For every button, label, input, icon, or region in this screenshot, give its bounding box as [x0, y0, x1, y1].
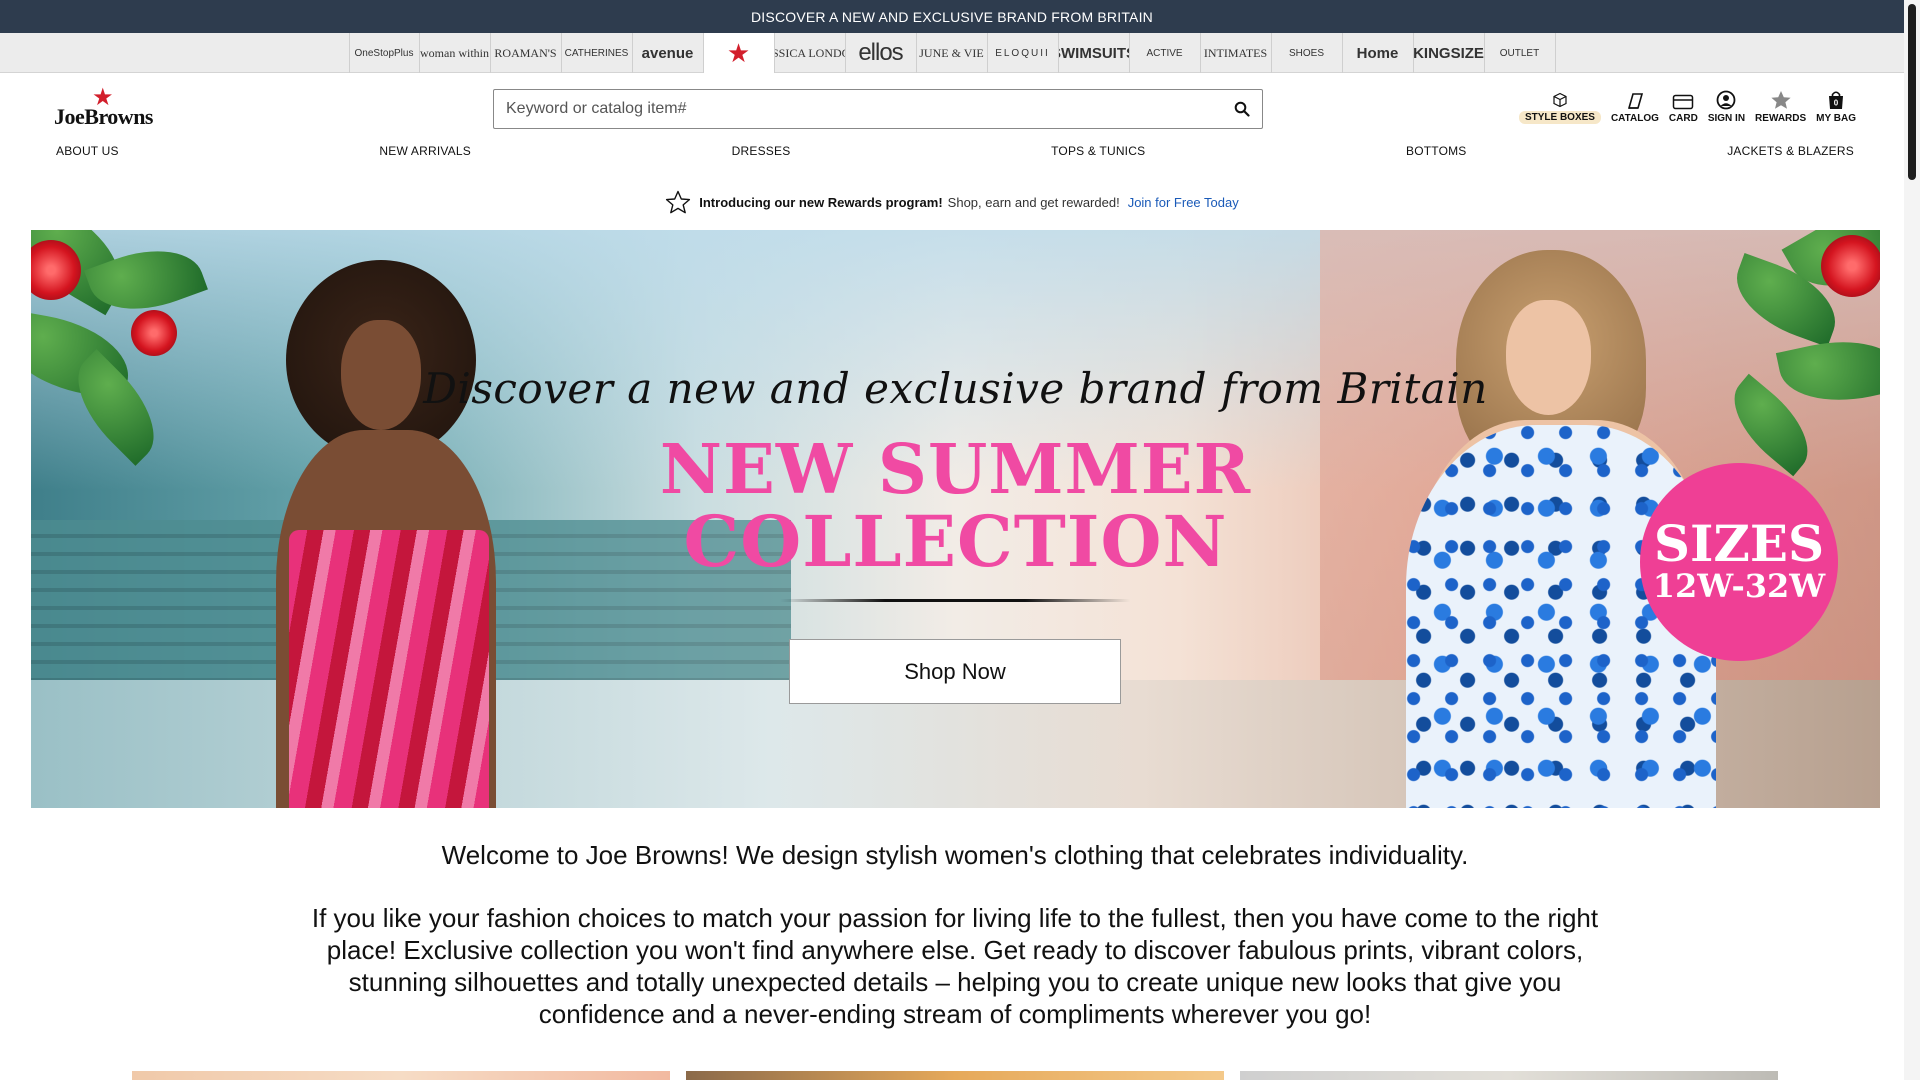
nav-item-jackets-blazers[interactable]: JACKETS & BLAZERS — [1727, 144, 1854, 160]
search-icon — [1234, 101, 1250, 117]
search-bar — [493, 89, 1263, 129]
brand-label: ACTIVE — [1146, 47, 1183, 59]
card-button[interactable]: CARD — [1669, 88, 1698, 124]
brand-link[interactable]: JESSICA LONDON — [775, 33, 846, 73]
hero-script-text: Discover a new and exclusive brand from … — [423, 364, 1488, 413]
sign-in-label: SIGN IN — [1707, 113, 1746, 124]
brand-label: ROAMAN'S — [494, 45, 557, 60]
sizes-badge-range: 12W-32W — [1652, 567, 1826, 606]
promo-bar[interactable]: DISCOVER A NEW AND EXCLUSIVE BRAND FROM … — [0, 0, 1904, 33]
card-label: CARD — [1668, 113, 1698, 124]
brand-label: woman within — [420, 45, 489, 60]
search-input[interactable] — [494, 90, 1222, 128]
logo-text: JoeBrowns — [54, 104, 154, 129]
nav-item-new-arrivals[interactable]: NEW ARRIVALS — [379, 144, 471, 160]
style-boxes-button[interactable]: STYLE BOXES — [1518, 88, 1601, 124]
brand-label: OneStopPlus — [354, 47, 414, 59]
svg-text:0: 0 — [1834, 99, 1839, 108]
brand-label: avenue — [641, 44, 694, 62]
brand-link[interactable]: KINGSIZE — [1414, 33, 1485, 73]
bag-icon: 0 — [1829, 91, 1844, 109]
brand-link[interactable]: JUNE & VIE — [917, 33, 988, 73]
scrollbar-thumb[interactable] — [1908, 4, 1916, 180]
brand-link[interactable]: OUTLET — [1485, 33, 1556, 73]
star-icon — [1771, 91, 1791, 109]
rewards-banner-text: Shop, earn and get rewarded! — [947, 194, 1120, 210]
brand-label: OUTLET — [1499, 47, 1540, 59]
brand-link[interactable]: SHOES — [1272, 33, 1343, 73]
shop-now-button[interactable]: Shop Now — [789, 639, 1121, 704]
brand-link[interactable]: CATHERINES — [562, 33, 633, 73]
star-outline-icon — [666, 190, 691, 214]
hero-title-line1: NEW SUMMER — [659, 430, 1252, 510]
my-bag-label: MY BAG — [1816, 113, 1856, 124]
hibiscus-decoration — [1821, 235, 1880, 297]
sign-in-button[interactable]: SIGN IN — [1708, 88, 1745, 124]
brand-label: SHOES — [1288, 47, 1324, 59]
brand-link[interactable]: SWIMSUITS — [1059, 33, 1130, 73]
brand-link[interactable]: OneStopPlus — [348, 33, 420, 73]
promo-text[interactable]: DISCOVER A NEW AND EXCLUSIVE BRAND FROM … — [751, 9, 1153, 25]
brand-label: JUNE & VIE — [919, 45, 984, 60]
brand-link[interactable]: Home — [1343, 33, 1414, 73]
welcome-text: Welcome to Joe Browns! We design stylish… — [441, 840, 1469, 870]
catalog-button[interactable]: CATALOG — [1611, 88, 1659, 124]
brand-link[interactable]: ellos — [846, 33, 917, 73]
nav-item-about-us[interactable]: ABOUT US — [56, 144, 119, 160]
brand-link[interactable]: ELOQUII — [988, 33, 1059, 73]
join-rewards-link[interactable]: Join for Free Today — [1128, 195, 1239, 210]
hero-banner[interactable]: Discover a new and exclusive brand from … — [31, 230, 1880, 808]
rewards-banner-headline: Introducing our new Rewards program! — [699, 194, 943, 210]
rewards-label: REWARDS — [1755, 113, 1807, 124]
brand-link[interactable]: ★ — [703, 33, 775, 73]
box-icon — [1553, 92, 1567, 108]
brand-star-icon: ★ — [726, 38, 751, 68]
card-icon — [1673, 94, 1694, 110]
brand-label: KINGSIZE — [1413, 44, 1484, 62]
brand-label: INTIMATES — [1203, 45, 1268, 60]
rewards-banner: Introducing our new Rewards program! Sho… — [0, 190, 1904, 214]
nav-item-bottoms[interactable]: BOTTOMS — [1406, 144, 1467, 160]
search-button[interactable] — [1222, 90, 1262, 128]
sizes-badge: SIZES 12W-32W — [1640, 463, 1838, 661]
brand-label: Home — [1356, 44, 1399, 62]
brand-label: CATHERINES — [564, 47, 629, 59]
nav-item-tops-tunics[interactable]: TOPS & TUNICS — [1051, 144, 1145, 160]
brand-link[interactable]: woman within — [420, 33, 491, 73]
main-nav: ABOUT US NEW ARRIVALS DRESSES TOPS & TUN… — [56, 144, 1854, 160]
hero-title-line2: COLLECTION — [683, 500, 1228, 583]
brand-label: JESSICA LONDON — [775, 45, 845, 60]
category-tile[interactable] — [1240, 1071, 1778, 1080]
brand-link[interactable]: INTIMATES — [1201, 33, 1272, 73]
category-tile[interactable] — [132, 1071, 670, 1080]
intro-text: If you like your fashion choices to matc… — [311, 903, 1599, 1029]
brand-link[interactable]: ROAMAN'S — [491, 33, 562, 73]
my-bag-button[interactable]: 0 MY BAG — [1816, 88, 1856, 124]
brand-label: SWIMSUITS — [1059, 44, 1129, 62]
brand-link[interactable]: ACTIVE — [1130, 33, 1201, 73]
hibiscus-decoration — [131, 310, 177, 356]
utility-nav: STYLE BOXES CATALOG CARD SIGN IN REWARDS… — [1518, 88, 1856, 124]
user-icon — [1717, 90, 1736, 110]
brand-row: OneStopPlus woman within ROAMAN'S CATHERINE… — [348, 33, 1556, 73]
nav-item-dresses[interactable]: DRESSES — [732, 144, 791, 160]
brand-link[interactable]: avenue — [633, 33, 704, 73]
brand-strip: OneStopPlus woman within ROAMAN'S CATHERINE… — [0, 33, 1904, 73]
style-boxes-label: STYLE BOXES — [1518, 111, 1601, 124]
page-scrollbar[interactable] — [1904, 0, 1920, 1080]
page: DISCOVER A NEW AND EXCLUSIVE BRAND FROM … — [0, 0, 1920, 1080]
hero-divider — [780, 599, 1130, 602]
catalog-icon — [1627, 93, 1643, 109]
brand-label: ellos — [858, 39, 903, 66]
logo[interactable]: ★ JoeBrowns — [54, 86, 154, 130]
brand-label: ELOQUII — [995, 47, 1050, 59]
sizes-badge-title: SIZES — [1653, 514, 1825, 574]
catalog-label: CATALOG — [1610, 113, 1659, 124]
category-tile[interactable] — [686, 1071, 1224, 1080]
rewards-button[interactable]: REWARDS — [1755, 88, 1806, 124]
